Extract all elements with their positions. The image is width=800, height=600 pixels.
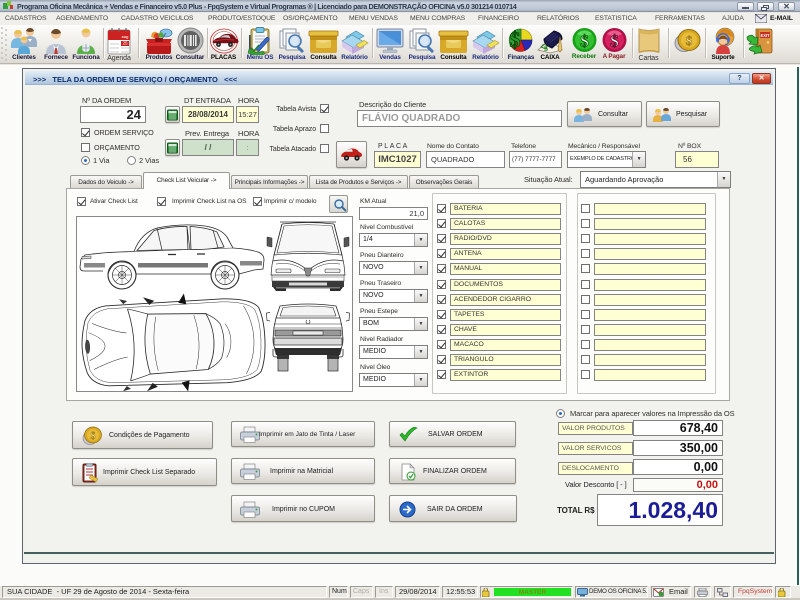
- svg-text:EXIT: EXIT: [760, 33, 769, 38]
- svg-text:$: $: [580, 32, 589, 51]
- svg-text:$: $: [509, 27, 520, 52]
- svg-text:$: $: [685, 33, 692, 48]
- svg-text:$: $: [610, 32, 619, 51]
- svg-text:25: 25: [123, 41, 128, 46]
- svg-text:$: $: [91, 431, 96, 442]
- svg-text:aug: aug: [122, 34, 129, 39]
